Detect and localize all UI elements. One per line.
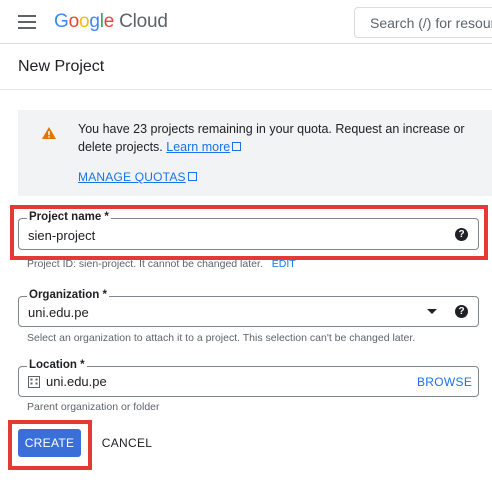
highlight-create xyxy=(8,420,92,470)
search-input[interactable]: Search (/) for resources xyxy=(354,7,492,38)
organization-hint: Select an organization to attach it to a… xyxy=(27,332,416,344)
cancel-button[interactable]: CANCEL xyxy=(96,429,158,457)
quota-message: You have 23 projects remaining in your q… xyxy=(78,122,465,154)
external-link-icon xyxy=(187,172,197,181)
location-hint: Parent organization or folder xyxy=(27,401,160,413)
hamburger-menu-icon[interactable] xyxy=(18,15,36,29)
google-cloud-logo[interactable]: Google Cloud xyxy=(54,11,168,33)
organization-select[interactable]: Organization * uni.edu.pe ? xyxy=(18,289,479,327)
top-bar: GoogleCloud Search (/) for resources xyxy=(0,0,492,44)
warning-icon xyxy=(42,127,56,139)
highlight-project-name xyxy=(10,205,488,260)
external-link-icon xyxy=(232,142,242,151)
location-label: Location * xyxy=(27,359,87,371)
organization-value: uni.edu.pe xyxy=(28,305,89,320)
manage-quotas-link[interactable]: MANAGE QUOTAS xyxy=(78,170,197,184)
quota-notice: You have 23 projects remaining in your q… xyxy=(18,110,492,196)
page-title: New Project xyxy=(18,58,105,75)
organization-label: Organization * xyxy=(27,289,109,301)
help-icon[interactable]: ? xyxy=(455,305,468,318)
divider xyxy=(0,89,492,90)
chevron-down-icon[interactable] xyxy=(427,309,437,314)
building-icon xyxy=(28,376,40,388)
location-field[interactable]: Location * uni.edu.pe BROWSE xyxy=(18,359,479,397)
learn-more-link[interactable]: Learn more xyxy=(166,140,230,154)
browse-button[interactable]: BROWSE xyxy=(417,375,472,389)
location-value: uni.edu.pe xyxy=(46,374,107,389)
